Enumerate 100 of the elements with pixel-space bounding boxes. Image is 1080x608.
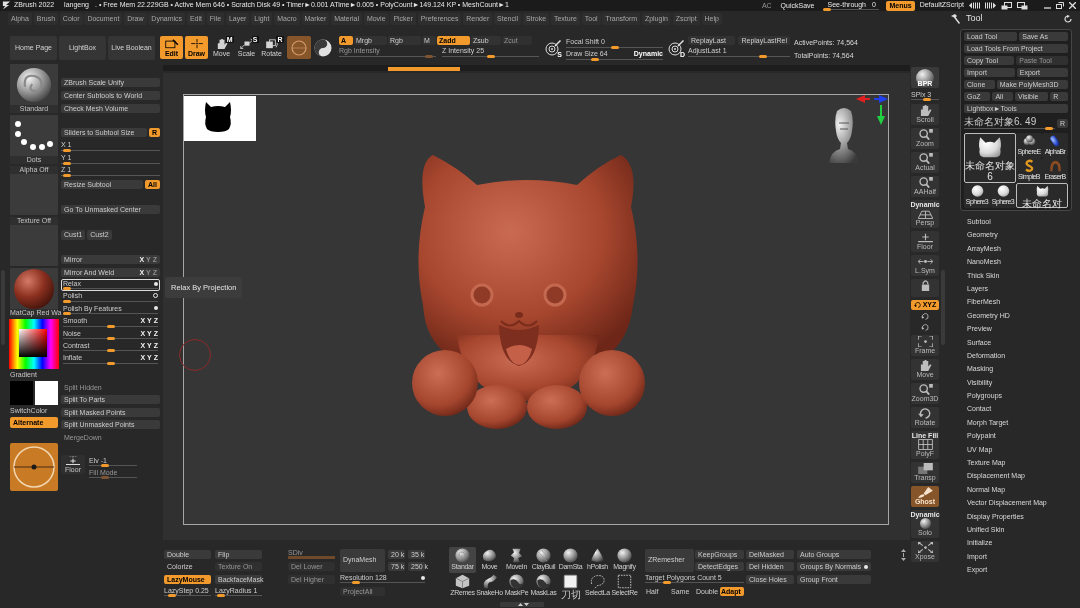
slider-track[interactable]	[911, 98, 939, 101]
restore-icon[interactable]	[1056, 2, 1064, 9]
navigator-thumbnail[interactable]	[184, 96, 256, 141]
slider-track[interactable]	[215, 593, 262, 597]
color-swatch[interactable]	[35, 381, 58, 405]
slider-handle[interactable]	[663, 581, 672, 584]
slider-track[interactable]	[340, 581, 425, 584]
slider-track[interactable]	[442, 55, 539, 58]
tool-thumbnail[interactable]: 未命名对象6	[964, 133, 1016, 183]
brush-icon	[917, 487, 933, 498]
slider-track[interactable]	[61, 149, 160, 152]
square-icon	[562, 574, 579, 589]
slider-handle[interactable]	[106, 361, 115, 365]
dashed-square-icon	[616, 574, 633, 589]
tray-toggle-icon[interactable]	[985, 2, 996, 9]
arc-icon	[1047, 159, 1063, 173]
lock-button[interactable]	[911, 279, 939, 297]
color-swatch[interactable]	[10, 381, 33, 405]
swirl-sphere-icon	[16, 66, 52, 103]
slider-handle[interactable]	[101, 463, 109, 467]
sphere-icon	[562, 548, 579, 563]
option-dot-icon[interactable]	[421, 575, 425, 580]
tool-slider[interactable]: 未命名对象6. 49	[964, 116, 1055, 130]
slider-handle[interactable]	[758, 55, 767, 58]
rotate-arrow-icon	[917, 408, 933, 419]
brush-cursor-icon	[179, 339, 211, 371]
slider-handle[interactable]	[63, 312, 71, 316]
slider-handle[interactable]	[106, 349, 115, 353]
option-dot-icon[interactable]	[154, 306, 158, 311]
slider-handle[interactable]	[923, 98, 931, 101]
color-picker[interactable]	[9, 319, 59, 369]
slider-handle[interactable]	[590, 58, 599, 61]
slider-track[interactable]	[63, 349, 158, 353]
slider-handle[interactable]	[351, 581, 360, 584]
slider-handle[interactable]	[63, 287, 71, 291]
grid-icon	[917, 439, 933, 450]
slider-handle[interactable]	[62, 174, 71, 177]
overlapping-squares-icon	[917, 463, 933, 474]
material-sphere-icon	[14, 268, 54, 309]
close-icon[interactable]	[1069, 2, 1076, 9]
head-bust-icon	[829, 107, 859, 163]
orientation-dial-icon[interactable]	[10, 443, 58, 491]
slider-track[interactable]	[63, 287, 158, 291]
slider-track[interactable]	[61, 174, 160, 177]
slider-handle[interactable]	[62, 149, 71, 152]
sphere-icon	[969, 184, 985, 198]
option-dot-icon[interactable]	[154, 281, 158, 286]
cube-icon	[454, 574, 471, 589]
layout-icon[interactable]	[1001, 1, 1012, 10]
slider-track[interactable]	[164, 593, 211, 597]
slider-handle[interactable]	[216, 593, 225, 597]
striped-sphere-icon	[535, 548, 552, 563]
slider-handle[interactable]	[62, 161, 71, 165]
slider-track[interactable]	[63, 312, 158, 316]
target-brush-icon	[668, 39, 684, 56]
slider-track[interactable]	[63, 361, 158, 365]
slider-track[interactable]	[63, 299, 158, 303]
slider-handle[interactable]	[167, 593, 176, 597]
dots-stroke-icon	[14, 120, 54, 151]
slider-handle[interactable]	[63, 299, 71, 303]
perspective-grid-icon	[917, 208, 933, 219]
slider-track[interactable]	[688, 55, 790, 58]
slider-handle[interactable]	[106, 336, 115, 340]
axis-gizmo-icon[interactable]	[856, 95, 888, 125]
slider-track[interactable]	[61, 161, 160, 165]
option-ring-icon[interactable]	[153, 293, 158, 299]
bolt-logo-icon	[2, 1, 11, 10]
slider-track[interactable]	[823, 7, 880, 11]
crosshair-icon	[189, 38, 204, 49]
hammer-icon	[950, 13, 960, 24]
panel-toggle-icon[interactable]	[901, 549, 906, 561]
tool-thumbnail[interactable]: 未命名对	[1016, 183, 1068, 208]
swirl-circle-icon	[314, 38, 332, 57]
slider-track[interactable]	[566, 46, 663, 49]
slider-track[interactable]	[645, 581, 744, 584]
refresh-icon[interactable]	[1064, 14, 1072, 23]
slider-handle[interactable]	[1045, 127, 1054, 130]
magnifier-icon	[917, 177, 933, 188]
slider-track[interactable]	[63, 324, 158, 328]
slider-handle[interactable]	[823, 7, 832, 11]
floor-icon	[66, 455, 80, 465]
slider-track[interactable]	[566, 58, 663, 61]
slider-track[interactable]	[89, 463, 137, 467]
layout-icon[interactable]	[1017, 1, 1028, 10]
brush-button[interactable]: 刀切	[557, 573, 584, 599]
rotate-cards-icon	[264, 38, 279, 49]
slider-handle[interactable]	[486, 55, 495, 58]
ring-icon	[291, 39, 307, 56]
slider-track[interactable]	[964, 127, 1055, 130]
slider-track[interactable]	[63, 336, 158, 340]
sphere-icon	[995, 184, 1011, 198]
slider-handle[interactable]	[106, 324, 115, 328]
collapse-tab-icon[interactable]	[500, 602, 544, 607]
magnifier-icon	[917, 129, 933, 140]
option-dot-icon[interactable]	[864, 564, 868, 569]
slider-handle[interactable]	[610, 46, 619, 49]
shelf-scrollbar[interactable]	[163, 65, 910, 71]
tray-toggle-icon[interactable]	[969, 2, 980, 9]
sphere-icon	[916, 68, 934, 87]
swirl-sphere-icon	[454, 548, 471, 563]
